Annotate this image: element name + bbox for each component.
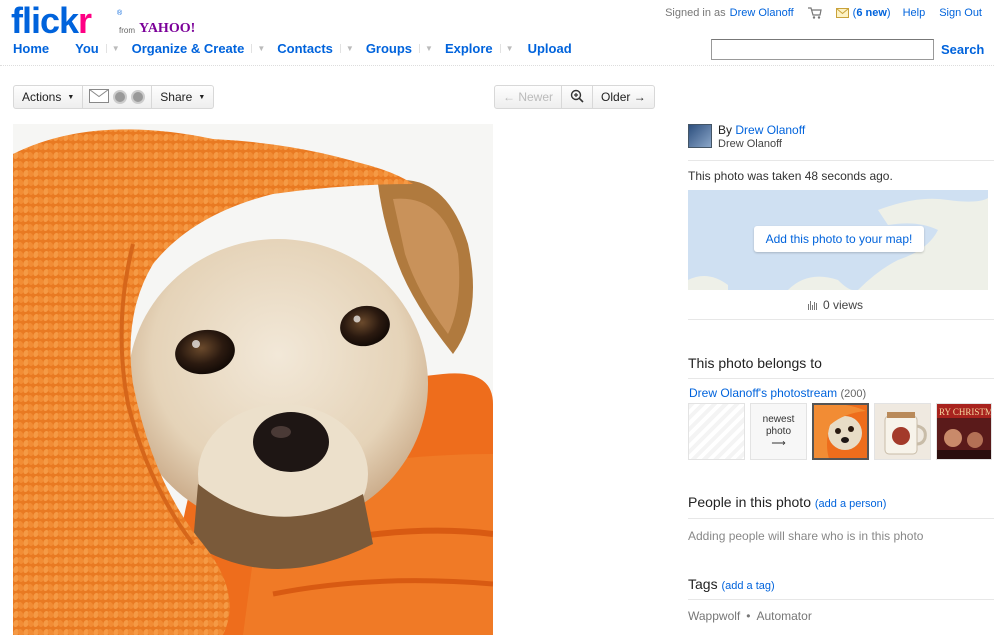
- header-divider: [0, 65, 994, 66]
- newest-photo-marker: newest photo ⟶: [750, 403, 807, 460]
- nav-contacts[interactable]: Contacts ▼: [277, 41, 354, 56]
- new-messages-count: 6 new: [856, 7, 887, 19]
- main-photo[interactable]: [13, 124, 493, 635]
- email-icon[interactable]: [89, 88, 110, 106]
- add-to-map-button[interactable]: Add this photo to your map!: [754, 226, 924, 252]
- flickr-logo[interactable]: flickr ® from YAHOO!: [11, 2, 196, 40]
- tags-heading: Tags (add a tag): [688, 576, 775, 592]
- tags-list: Wappwolf • Automator: [688, 609, 812, 623]
- logo-from-text: from: [119, 26, 135, 35]
- adding-people-hint: Adding people will share who is in this …: [688, 529, 924, 543]
- wordpress-icon[interactable]: [113, 90, 128, 104]
- photo-pager: ← Newer Older →: [494, 85, 655, 109]
- older-button[interactable]: Older →: [593, 86, 654, 108]
- logo-r-text: r: [78, 0, 92, 41]
- svg-text:RY CHRISTM: RY CHRISTM: [939, 407, 992, 417]
- chevron-down-icon[interactable]: ▼: [499, 44, 514, 53]
- registered-mark: ®: [117, 10, 123, 17]
- thumbnail-christmas-image: RY CHRISTM: [937, 404, 992, 459]
- arrow-right-icon: ⟶: [771, 437, 786, 449]
- help-link[interactable]: Help: [903, 7, 926, 19]
- divider: [688, 160, 994, 161]
- owner-subname: Drew Olanoff: [718, 138, 782, 150]
- zoom-button[interactable]: [562, 86, 594, 108]
- dropdown-arrow-icon: ▼: [67, 93, 75, 101]
- owner-by-line: By Drew Olanoff: [718, 123, 806, 137]
- views-text: 0 views: [823, 298, 864, 312]
- stats-bars-icon: [808, 300, 817, 310]
- signed-in-label: Signed in as: [665, 7, 726, 19]
- tag-item[interactable]: Automator: [756, 609, 811, 623]
- taken-time-text: This photo was taken 48 seconds ago.: [688, 169, 893, 183]
- new-messages-link[interactable]: (6 new): [853, 7, 891, 19]
- divider: [688, 518, 994, 519]
- nav-groups[interactable]: Groups ▼: [366, 41, 433, 56]
- empty-thumbnail: [688, 403, 745, 460]
- account-bar: Signed in as Drew Olanoff (6 new) Help S…: [665, 7, 982, 19]
- owner-name-link[interactable]: Drew Olanoff: [735, 123, 805, 137]
- user-name-link[interactable]: Drew Olanoff: [730, 7, 794, 19]
- search-button[interactable]: Search: [941, 42, 984, 57]
- photostream-count: (200): [840, 388, 867, 400]
- views-count: 0 views: [808, 298, 863, 312]
- thumbnail-mug-image: [875, 404, 930, 459]
- dropdown-arrow-icon: ▼: [198, 93, 206, 101]
- tag-item[interactable]: Wappwolf: [688, 609, 740, 623]
- dog-photo-image: [13, 124, 493, 635]
- people-heading: People in this photo (add a person): [688, 494, 887, 510]
- mail-icon[interactable]: [835, 8, 849, 18]
- location-map[interactable]: Add this photo to your map!: [688, 190, 988, 290]
- wordpress-icon[interactable]: [131, 90, 146, 104]
- chevron-down-icon[interactable]: ▼: [105, 44, 120, 53]
- chevron-down-icon[interactable]: ▼: [419, 44, 433, 53]
- add-tag-link[interactable]: add a tag: [725, 580, 771, 592]
- yahoo-logo-text: YAHOO!: [139, 21, 196, 36]
- nav-home[interactable]: Home: [13, 41, 49, 56]
- thumbnail-mug-photo[interactable]: [874, 403, 931, 460]
- photostream-link[interactable]: Drew Olanoff's photostream (200): [689, 386, 866, 400]
- nav-upload[interactable]: Upload: [528, 41, 572, 56]
- chevron-down-icon[interactable]: ▼: [339, 44, 354, 53]
- share-menu-button[interactable]: Share ▼: [152, 86, 213, 108]
- thumbnail-christmas-photo[interactable]: RY CHRISTM: [936, 403, 992, 460]
- add-person-link[interactable]: add a person: [819, 498, 883, 510]
- nav-explore[interactable]: Explore ▼: [445, 41, 514, 56]
- cart-icon[interactable]: [807, 7, 822, 19]
- divider: [688, 378, 994, 379]
- actions-menu-button[interactable]: Actions ▼: [14, 86, 84, 108]
- search-input[interactable]: [711, 39, 934, 60]
- main-nav: Home You ▼ Organize & Create ▼ Contacts ▼ G…: [13, 41, 584, 56]
- logo-flick-text: flick: [11, 0, 79, 41]
- zoom-icon: [570, 89, 584, 106]
- tag-separator: •: [746, 609, 751, 623]
- thumbnail-current-photo[interactable]: [812, 403, 869, 460]
- photo-toolbar: Actions ▼ Share ▼: [13, 85, 215, 109]
- divider: [688, 319, 994, 320]
- divider: [688, 599, 994, 600]
- sign-out-link[interactable]: Sign Out: [939, 7, 982, 19]
- nav-you[interactable]: You ▼: [75, 41, 120, 56]
- nav-organize-create[interactable]: Organize & Create ▼: [132, 41, 266, 56]
- photostream-thumbnails: newest photo ⟶ RY CHRISTM: [688, 403, 992, 460]
- thumbnail-dog-image: [814, 405, 867, 458]
- newer-button[interactable]: ← Newer: [495, 86, 563, 108]
- belongs-heading: This photo belongs to: [688, 355, 822, 371]
- owner-avatar[interactable]: [688, 124, 712, 148]
- chevron-down-icon[interactable]: ▼: [251, 44, 265, 53]
